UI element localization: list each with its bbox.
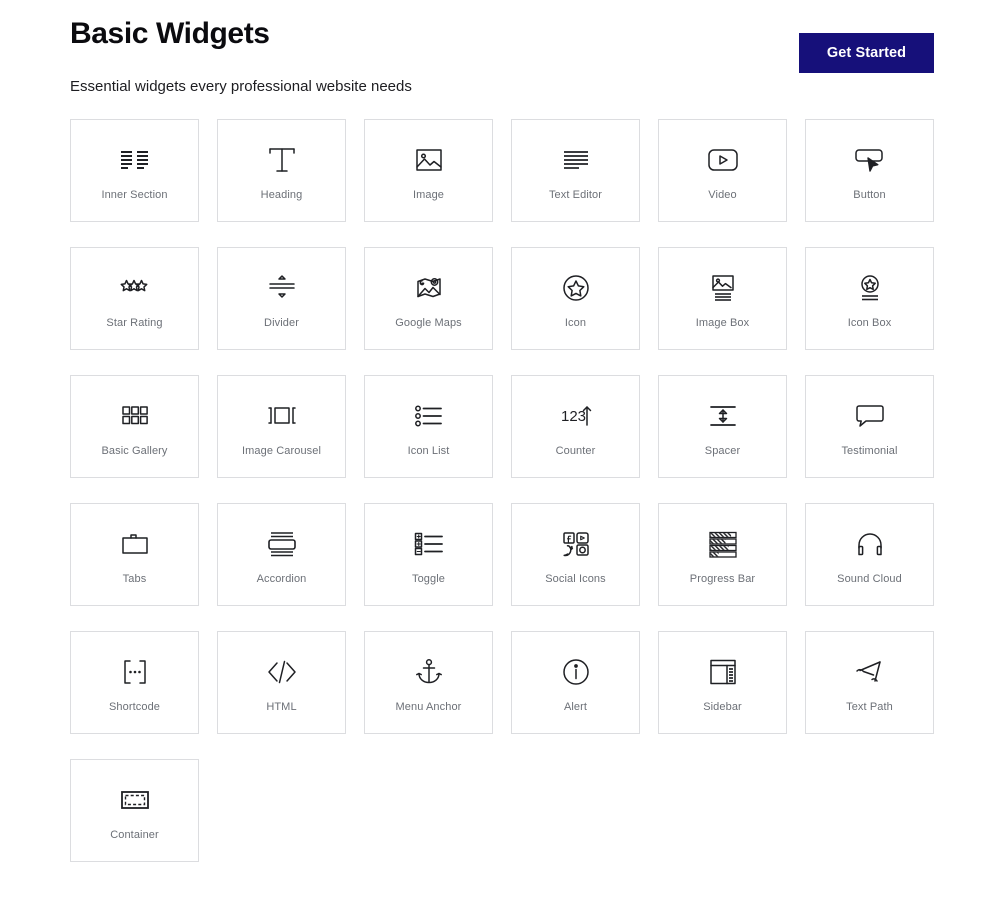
widget-card[interactable]: Menu Anchor (364, 631, 493, 734)
widget-label: Image (412, 189, 445, 201)
sidebar-icon (706, 655, 740, 689)
widget-label: Social Icons (545, 573, 606, 585)
widget-card[interactable]: Alert (511, 631, 640, 734)
widget-card[interactable]: Image Box (658, 247, 787, 350)
widget-grid: Inner Section Heading Image Text Editor … (0, 119, 1000, 862)
widget-label: Divider (264, 317, 299, 329)
progress-bar-icon (706, 527, 740, 561)
tabs-icon (118, 527, 152, 561)
toggle-icon (412, 527, 446, 561)
widget-label: Sidebar (703, 701, 742, 713)
widget-card[interactable]: Text Editor (511, 119, 640, 222)
widget-label: Image Box (695, 317, 750, 329)
widget-label: Shortcode (108, 701, 161, 713)
widget-card[interactable]: Text Path (805, 631, 934, 734)
testimonial-icon (853, 399, 887, 433)
widget-label: Icon Box (847, 317, 892, 329)
basic-gallery-icon (118, 399, 152, 433)
widget-card[interactable]: Image Carousel (217, 375, 346, 478)
icon-box-icon (853, 271, 887, 305)
widget-card[interactable]: Shortcode (70, 631, 199, 734)
html-icon (265, 655, 299, 689)
widget-label: Progress Bar (689, 573, 756, 585)
widget-label: Video (708, 189, 737, 201)
widget-label: Toggle (411, 573, 445, 585)
svg-text:123: 123 (561, 408, 586, 425)
widget-card[interactable]: Spacer (658, 375, 787, 478)
widget-card[interactable]: Sound Cloud (805, 503, 934, 606)
widget-card[interactable]: Icon Box (805, 247, 934, 350)
sound-cloud-icon (853, 527, 887, 561)
widget-card[interactable]: Video (658, 119, 787, 222)
widget-label: Button (853, 189, 886, 201)
widget-card[interactable]: Tabs (70, 503, 199, 606)
widget-label: Google Maps (395, 317, 462, 329)
widget-label: Inner Section (101, 189, 168, 201)
widget-card[interactable]: Button (805, 119, 934, 222)
widget-label: Spacer (704, 445, 741, 457)
widget-label: Icon List (407, 445, 450, 457)
widget-label: Counter (555, 445, 596, 457)
widget-label: Tabs (122, 573, 147, 585)
widget-label: Text Path (846, 701, 893, 713)
widget-label: Basic Gallery (101, 445, 168, 457)
social-icons-icon (559, 527, 593, 561)
divider-icon (265, 271, 299, 305)
widget-label: Menu Anchor (395, 701, 462, 713)
get-started-button[interactable]: Get Started (799, 33, 934, 73)
shortcode-icon (118, 655, 152, 689)
widget-card[interactable]: Sidebar (658, 631, 787, 734)
widget-card[interactable]: HTML (217, 631, 346, 734)
spacer-icon (706, 399, 740, 433)
menu-anchor-icon (412, 655, 446, 689)
widget-card[interactable]: Container (70, 759, 199, 862)
widget-card[interactable]: Accordion (217, 503, 346, 606)
widget-card[interactable]: Icon List (364, 375, 493, 478)
image-box-icon (706, 271, 740, 305)
container-icon (118, 783, 152, 817)
video-icon (706, 143, 740, 177)
widget-card[interactable]: Progress Bar (658, 503, 787, 606)
widget-card[interactable]: Icon (511, 247, 640, 350)
widgets-page: Basic Widgets Essential widgets every pr… (0, 0, 1000, 897)
widget-label: Star Rating (106, 317, 163, 329)
widget-card[interactable]: Star Rating (70, 247, 199, 350)
accordion-icon (265, 527, 299, 561)
widget-card[interactable]: Social Icons (511, 503, 640, 606)
google-maps-icon (412, 271, 446, 305)
text-editor-icon (559, 143, 593, 177)
widget-label: Icon (564, 317, 587, 329)
image-carousel-icon (265, 399, 299, 433)
widget-card[interactable]: Heading (217, 119, 346, 222)
page-subtitle: Essential widgets every professional web… (70, 78, 412, 95)
heading-icon (265, 143, 299, 177)
widget-card[interactable]: Google Maps (364, 247, 493, 350)
alert-icon (559, 655, 593, 689)
widget-card[interactable]: Inner Section (70, 119, 199, 222)
widget-card[interactable]: Image (364, 119, 493, 222)
widget-card[interactable]: Toggle (364, 503, 493, 606)
widget-label: HTML (266, 701, 297, 713)
icon-list-icon (412, 399, 446, 433)
widget-card[interactable]: 123 Counter (511, 375, 640, 478)
image-icon (412, 143, 446, 177)
inner-section-icon (118, 143, 152, 177)
widget-card[interactable]: Basic Gallery (70, 375, 199, 478)
counter-icon: 123 (559, 399, 593, 433)
icon-star-circle-icon (559, 271, 593, 305)
widget-card[interactable]: Divider (217, 247, 346, 350)
widget-label: Image Carousel (241, 445, 322, 457)
widget-label: Heading (260, 189, 303, 201)
widget-label: Alert (563, 701, 588, 713)
widget-card[interactable]: Testimonial (805, 375, 934, 478)
star-rating-icon (118, 271, 152, 305)
widget-label: Sound Cloud (837, 573, 902, 585)
widget-label: Testimonial (841, 445, 898, 457)
widget-label: Accordion (256, 573, 307, 585)
button-icon (853, 143, 887, 177)
text-path-icon (853, 655, 887, 689)
widget-label: Container (110, 829, 159, 841)
page-header: Basic Widgets Essential widgets every pr… (0, 0, 1000, 118)
widget-label: Text Editor (548, 189, 603, 201)
